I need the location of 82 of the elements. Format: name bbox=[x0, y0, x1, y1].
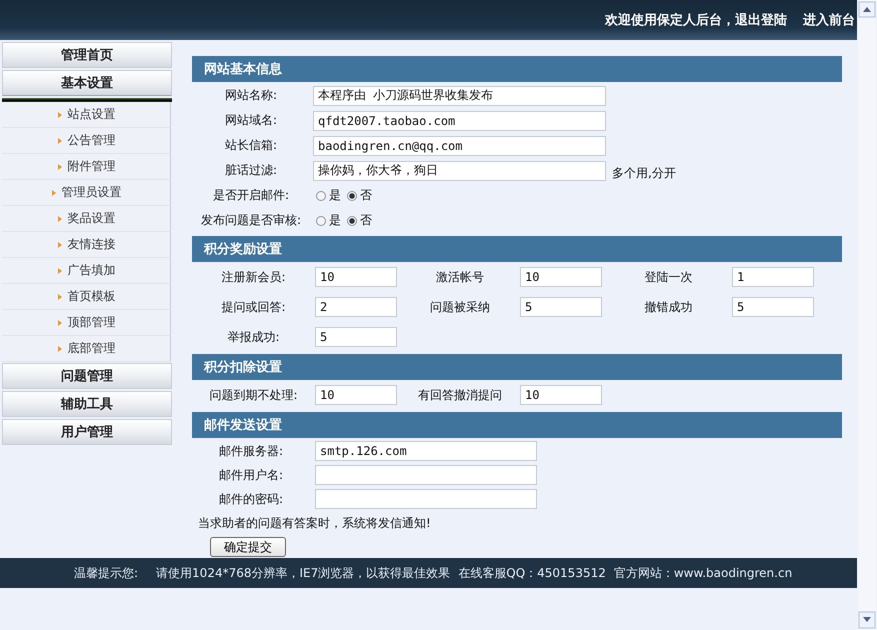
arrow-icon bbox=[56, 318, 62, 326]
radio-icon[interactable] bbox=[316, 190, 326, 200]
notice-text: 当求助者的问题有答案时，系统将发信通知! bbox=[197, 514, 432, 532]
field-label: 邮件服务器: bbox=[218, 442, 284, 460]
field-label: 邮件的密码: bbox=[218, 490, 284, 508]
submit-button[interactable]: 确定提交 bbox=[210, 537, 286, 557]
input-field[interactable]: qfdt2007.taobao.com bbox=[313, 110, 606, 130]
sidebar-item[interactable]: 管理员设置 bbox=[2, 180, 171, 206]
field-label: 邮件用户名: bbox=[218, 466, 284, 484]
radio-option[interactable]: 否 bbox=[347, 187, 372, 204]
input-field[interactable]: 5 bbox=[732, 297, 814, 317]
field-label: 网站域名: bbox=[224, 112, 278, 129]
section-header: 邮件发送设置 bbox=[192, 412, 842, 438]
sidebar-section[interactable]: 用户管理 bbox=[2, 419, 172, 445]
input-field[interactable]: smtp.126.com bbox=[315, 441, 537, 461]
sidebar-section[interactable]: 辅助工具 bbox=[2, 391, 172, 417]
section-header: 积分扣除设置 bbox=[192, 354, 842, 380]
field-label: 登陆一次 bbox=[644, 268, 694, 286]
sidebar-item[interactable]: 底部管理 bbox=[2, 336, 171, 362]
input-field[interactable]: baodingren.cn@qq.com bbox=[313, 136, 606, 156]
arrow-icon bbox=[56, 110, 62, 118]
input-field[interactable] bbox=[315, 489, 537, 509]
input-field[interactable]: 2 bbox=[315, 297, 397, 317]
radio-icon[interactable] bbox=[347, 190, 357, 200]
sidebar-item[interactable]: 公告管理 bbox=[2, 128, 171, 154]
input-field[interactable]: 10 bbox=[315, 267, 397, 287]
input-field[interactable]: 10 bbox=[520, 385, 602, 405]
sidebar-item[interactable]: 附件管理 bbox=[2, 154, 171, 180]
sidebar-item[interactable]: 顶部管理 bbox=[2, 310, 171, 336]
arrow-icon bbox=[56, 292, 62, 300]
field-label: 激活帐号 bbox=[435, 268, 485, 286]
radio-option[interactable]: 是 bbox=[316, 212, 341, 229]
input-field[interactable]: 10 bbox=[520, 267, 602, 287]
field-label: 网站名称: bbox=[224, 87, 278, 104]
section-header: 积分奖励设置 bbox=[192, 236, 842, 262]
arrow-icon bbox=[50, 188, 56, 196]
section-header: 网站基本信息 bbox=[192, 56, 842, 82]
footer-text: 在线客服QQ：450153512 bbox=[458, 564, 606, 582]
sidebar-item[interactable]: 广告填加 bbox=[2, 258, 171, 284]
field-label: 有回答撤消提问 bbox=[417, 386, 503, 404]
arrow-icon bbox=[56, 162, 62, 170]
sidebar-item[interactable]: 首页模板 bbox=[2, 284, 171, 310]
header-link[interactable]: 退出登陆 bbox=[735, 11, 787, 29]
field-label: 问题到期不处理: bbox=[208, 386, 299, 404]
input-field[interactable]: 5 bbox=[315, 327, 397, 347]
input-field[interactable]: 10 bbox=[315, 385, 397, 405]
footer-text: 官方网站：www.baodingren.cn bbox=[614, 564, 792, 582]
field-label: 发布问题是否审核: bbox=[200, 212, 302, 229]
scrollbar-drawing[interactable] bbox=[857, 0, 877, 630]
arrow-icon bbox=[56, 136, 62, 144]
sidebar-section[interactable]: 基本设置 bbox=[2, 70, 172, 96]
field-label: 是否开启邮件: bbox=[212, 187, 290, 204]
input-field[interactable] bbox=[315, 465, 537, 485]
arrow-icon bbox=[56, 266, 62, 274]
header-link[interactable]: 进入前台 bbox=[803, 11, 855, 29]
field-label: 问题被采纳 bbox=[429, 298, 491, 316]
sidebar-item[interactable]: 奖品设置 bbox=[2, 206, 171, 232]
arrow-icon bbox=[56, 240, 62, 248]
arrow-icon bbox=[56, 214, 62, 222]
input-field[interactable]: 1 bbox=[732, 267, 814, 287]
sidebar-item[interactable]: 站点设置 bbox=[2, 102, 171, 128]
sidebar-section[interactable]: 问题管理 bbox=[2, 363, 172, 389]
radio-option[interactable]: 否 bbox=[347, 212, 372, 229]
field-label: 注册新会员: bbox=[220, 268, 287, 286]
arrow-icon bbox=[56, 344, 62, 352]
radio-option[interactable]: 是 bbox=[316, 187, 341, 204]
input-field[interactable]: 本程序由 小刀源码世界收集发布 bbox=[313, 86, 606, 106]
radio-icon[interactable] bbox=[316, 216, 326, 226]
field-label: 站长信箱: bbox=[224, 137, 278, 154]
field-label: 脏话过滤: bbox=[224, 162, 278, 179]
welcome-text: 欢迎使用保定人后台， bbox=[605, 12, 735, 29]
field-label: 举报成功: bbox=[226, 328, 281, 346]
sidebar-item[interactable]: 友情连接 bbox=[2, 232, 171, 258]
radio-icon[interactable] bbox=[347, 216, 357, 226]
tip-label: 温馨提示您: bbox=[74, 564, 138, 582]
footer-text: 请使用1024*768分辨率，IE7浏览器，以获得最佳效果 bbox=[156, 564, 450, 582]
field-label: 撤错成功 bbox=[644, 298, 694, 316]
hint-text: 多个用,分开 bbox=[612, 165, 676, 182]
input-field[interactable]: 操你妈，你大爷，狗日 bbox=[313, 160, 606, 180]
sidebar-section[interactable]: 管理首页 bbox=[2, 42, 172, 68]
input-field[interactable]: 5 bbox=[520, 297, 602, 317]
field-label: 提问或回答: bbox=[220, 298, 287, 316]
